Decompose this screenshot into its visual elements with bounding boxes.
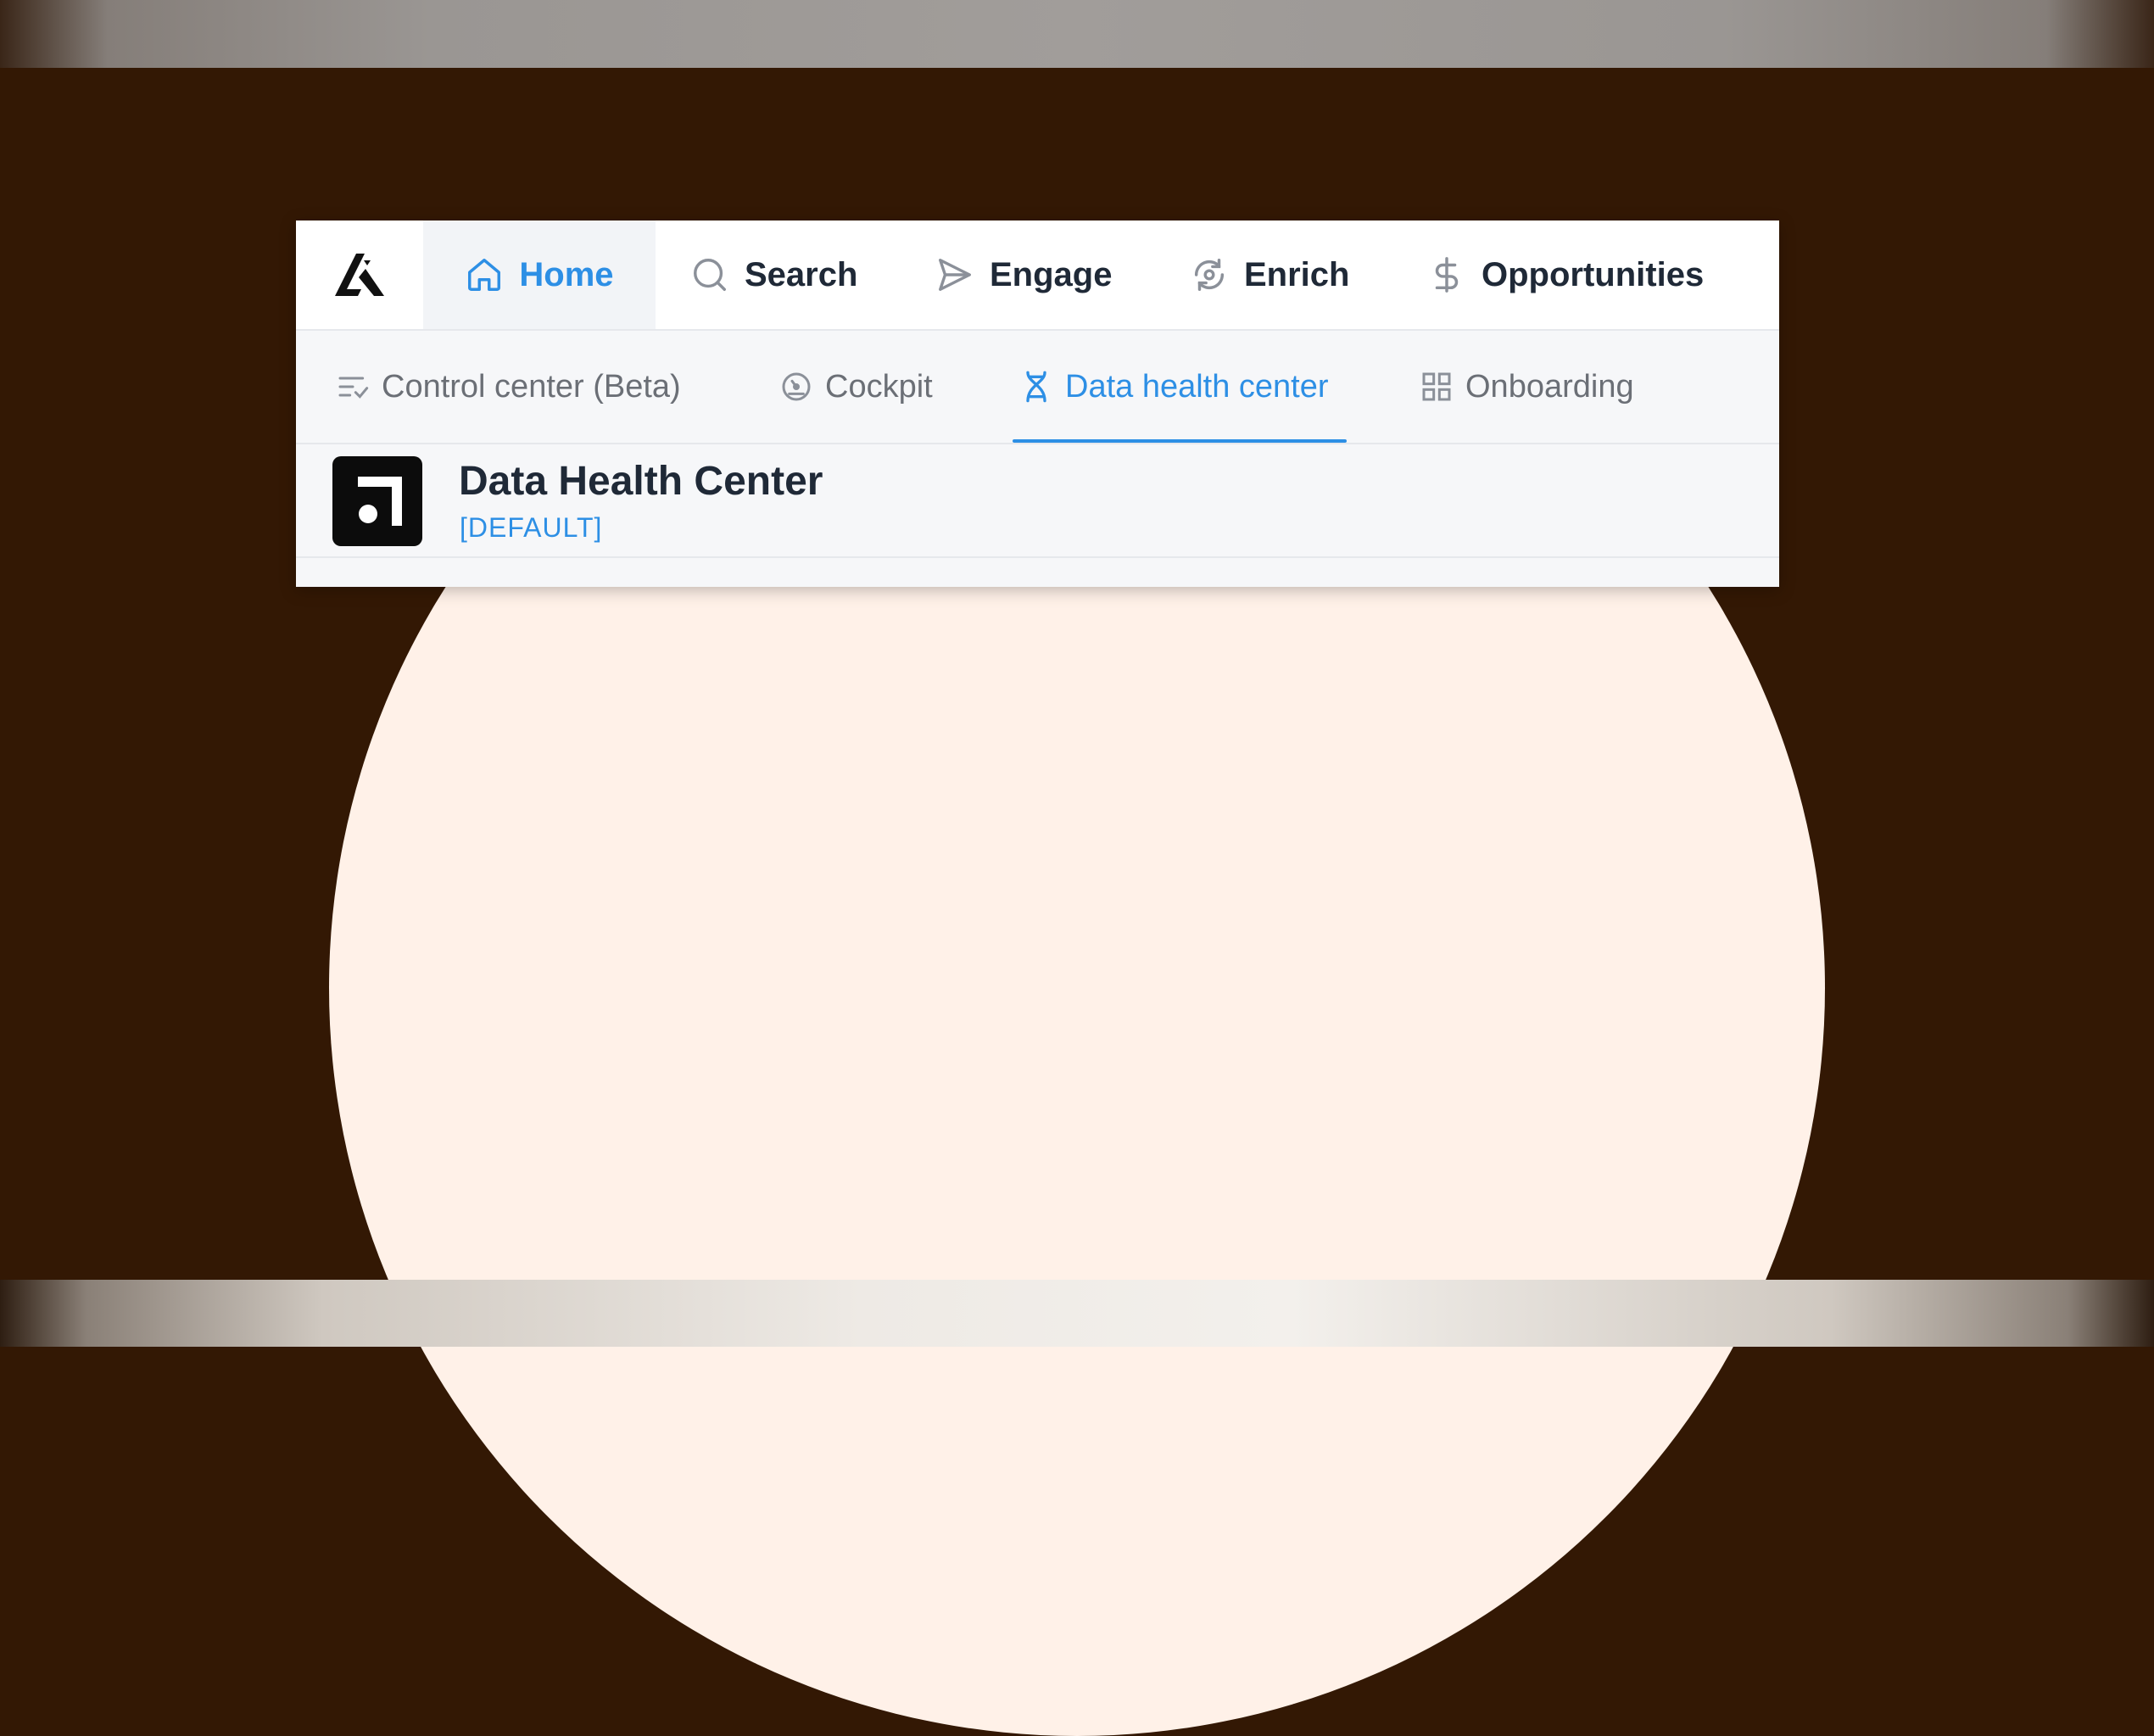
nav-home-label: Home xyxy=(519,255,614,293)
sub-navbar: Control center (Beta) Cockpit Data healt… xyxy=(296,331,1779,444)
app-panel: Home Search Engage Enrich Opportunities … xyxy=(296,220,1779,587)
page-header: Data Health Center [DEFAULT] xyxy=(296,444,1779,558)
grid-icon xyxy=(1422,372,1451,401)
dna-icon xyxy=(1026,371,1046,403)
active-tab-underline xyxy=(1013,439,1347,443)
home-icon xyxy=(468,259,501,291)
send-icon xyxy=(939,259,971,291)
page-title: Data Health Center xyxy=(459,459,823,504)
refresh-icon xyxy=(1194,259,1225,291)
nav-search[interactable]: Search xyxy=(690,220,857,329)
subnav-control-center[interactable]: Control center (Beta) xyxy=(336,331,681,443)
app-logo-icon xyxy=(335,254,384,296)
app-logo[interactable] xyxy=(296,220,424,329)
dollar-icon xyxy=(1435,257,1459,293)
subnav-cockpit[interactable]: Cockpit xyxy=(779,331,933,443)
nav-engage[interactable]: Engage xyxy=(935,220,1112,329)
nav-engage-label: Engage xyxy=(990,255,1113,293)
subnav-onboarding[interactable]: Onboarding xyxy=(1420,331,1634,443)
top-letterbox-band xyxy=(0,0,2154,68)
nav-search-label: Search xyxy=(745,255,858,293)
subnav-cockpit-label: Cockpit xyxy=(825,368,933,405)
square-mark-icon xyxy=(332,456,422,546)
gauge-icon xyxy=(782,372,811,401)
nav-opportunities[interactable]: Opportunities xyxy=(1427,220,1704,329)
checklist-icon xyxy=(338,377,369,399)
subnav-data-health-center-label: Data health center xyxy=(1065,368,1329,405)
nav-home[interactable]: Home xyxy=(423,220,656,329)
bottom-letterbox-band xyxy=(0,1280,2154,1347)
search-icon xyxy=(694,259,726,291)
nav-enrich[interactable]: Enrich xyxy=(1190,220,1349,329)
subnav-data-health-center[interactable]: Data health center xyxy=(1019,331,1329,443)
default-tag: [DEFAULT] xyxy=(460,512,603,543)
top-navbar: Home Search Engage Enrich Opportunities xyxy=(296,220,1779,331)
nav-opportunities-label: Opportunities xyxy=(1482,255,1705,293)
subnav-onboarding-label: Onboarding xyxy=(1465,368,1634,405)
subnav-control-center-label: Control center (Beta) xyxy=(382,368,681,405)
nav-enrich-label: Enrich xyxy=(1244,255,1350,293)
